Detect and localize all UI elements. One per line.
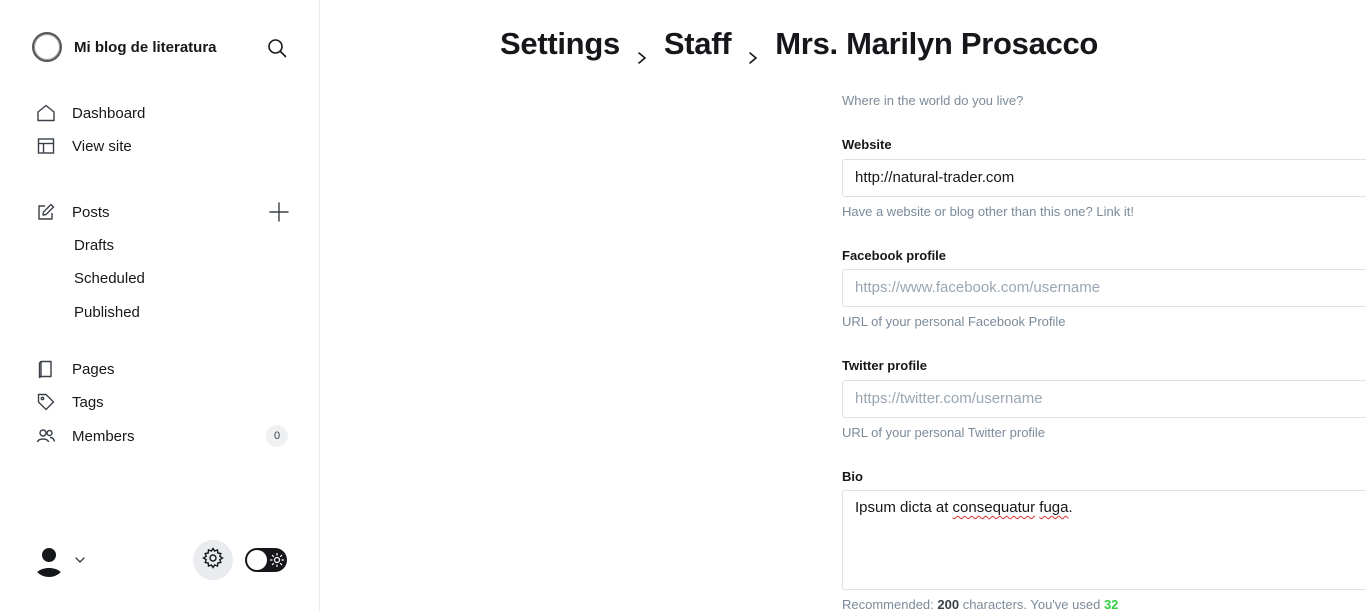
facebook-field[interactable]: https://www.facebook.com/username: [842, 269, 1366, 307]
breadcrumb-settings[interactable]: Settings: [500, 26, 620, 62]
sidebar-item-members[interactable]: Members: [36, 424, 135, 448]
used-count: 32: [1103, 597, 1119, 612]
circle-logo-icon: [32, 32, 62, 62]
sidebar-item-label: Pages: [72, 360, 115, 378]
bio-field[interactable]: Ipsum dicta at consequatur fuga.: [842, 490, 1366, 590]
sidebar-item-posts[interactable]: Posts: [36, 200, 110, 224]
sidebar-item-label: Tags: [72, 393, 104, 411]
twitter-field[interactable]: https://twitter.com/username: [842, 380, 1366, 418]
page-title: Mrs. Marilyn Prosacco: [775, 26, 1099, 61]
sidebar-item-pages[interactable]: Pages: [36, 357, 115, 381]
location-hint: Where in the world do you live?: [842, 93, 1024, 108]
tag-icon: [36, 392, 56, 412]
sidebar-item-label: Dashboard: [72, 104, 146, 122]
toggle-knob: [247, 550, 267, 570]
gear-icon: [202, 546, 224, 574]
sidebar-item-label: View site: [72, 137, 132, 155]
breadcrumb: Settings Staff Mrs. Marilyn Prosacco: [500, 26, 1099, 64]
theme-toggle[interactable]: [245, 548, 287, 572]
sidebar: Mi blog de literatura Dashboard View sit…: [0, 0, 320, 612]
bio-label: Bio: [842, 469, 863, 484]
settings-button[interactable]: [193, 540, 233, 580]
twitter-hint: URL of your personal Twitter profile: [842, 425, 1046, 440]
layout-icon: [36, 136, 56, 156]
twitter-label: Twitter profile: [842, 358, 927, 373]
avatar[interactable]: [32, 543, 66, 577]
recommended-count: 200: [937, 597, 960, 612]
bio-text: Ipsum dicta at: [855, 499, 953, 516]
search-icon[interactable]: [265, 36, 289, 60]
sidebar-item-published[interactable]: Published: [74, 301, 140, 325]
sidebar-item-label: Posts: [72, 203, 110, 221]
facebook-hint: URL of your personal Facebook Profile: [842, 314, 1066, 329]
bio-misspelled-word: consequatur: [952, 499, 1036, 516]
sun-icon: [269, 552, 285, 568]
home-icon: [36, 103, 56, 123]
edit-icon: [36, 202, 56, 222]
count-prefix: Recommended:: [842, 597, 938, 612]
sidebar-item-view-site[interactable]: View site: [36, 134, 132, 158]
chevron-down-icon[interactable]: [74, 553, 86, 565]
bio-character-count: Recommended: 200 characters. You've used…: [842, 597, 1118, 612]
brand[interactable]: Mi blog de literatura: [32, 32, 217, 62]
facebook-label: Facebook profile: [842, 248, 947, 263]
website-label: Website: [842, 137, 892, 152]
chevron-right-icon: [746, 37, 760, 64]
members-icon: [36, 426, 56, 446]
breadcrumb-staff[interactable]: Staff: [664, 26, 732, 62]
sidebar-item-label: Members: [72, 427, 135, 445]
website-hint: Have a website or blog other than this o…: [842, 204, 1134, 219]
bio-misspelled-word: fuga: [1039, 499, 1069, 516]
site-title: Mi blog de literatura: [74, 38, 217, 56]
website-field[interactable]: http://natural-trader.com: [842, 159, 1366, 197]
bio-text: .: [1068, 499, 1073, 516]
chevron-right-icon: [635, 37, 649, 64]
sidebar-item-dashboard[interactable]: Dashboard: [36, 101, 145, 125]
sidebar-item-scheduled[interactable]: Scheduled: [74, 267, 145, 291]
sidebar-item-drafts[interactable]: Drafts: [74, 234, 114, 258]
sidebar-item-tags[interactable]: Tags: [36, 390, 104, 414]
members-count-badge: 0: [266, 425, 288, 447]
count-middle: characters. You've used: [959, 597, 1104, 612]
plus-icon[interactable]: [268, 201, 290, 223]
page-icon: [36, 359, 56, 379]
